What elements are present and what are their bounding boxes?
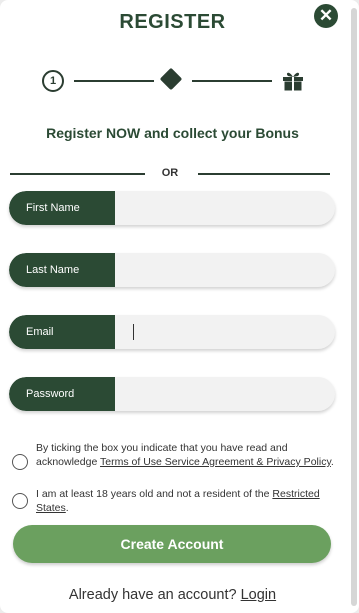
page-title: REGISTER	[119, 11, 226, 33]
login-prompt: Already have an account? Login	[0, 587, 345, 603]
text-caret	[133, 324, 134, 340]
email-label: Email	[9, 315, 115, 349]
last-name-label: Last Name	[9, 253, 115, 287]
last-name-input[interactable]	[115, 253, 335, 287]
age-suffix: .	[65, 502, 69, 514]
terms-checkbox[interactable]	[12, 454, 28, 470]
email-field: Email	[9, 315, 335, 349]
step-connector	[192, 80, 272, 82]
or-divider: OR	[10, 166, 330, 182]
terms-consent-row: By ticking the box you indicate that you…	[12, 441, 337, 486]
terms-suffix: .	[330, 456, 334, 468]
register-modal: REGISTER ✕ 1 Register NOW and collect yo…	[0, 0, 359, 613]
login-prompt-text: Already have an account?	[68, 587, 237, 603]
gift-icon	[283, 72, 303, 91]
first-name-field: First Name	[9, 191, 335, 225]
diamond-icon	[159, 67, 183, 91]
last-name-field: Last Name	[9, 253, 335, 287]
age-consent-row: I am at least 18 years old and not a res…	[12, 487, 337, 517]
age-checkbox[interactable]	[12, 493, 28, 509]
close-icon[interactable]: ✕	[314, 4, 338, 28]
password-field: Password	[9, 377, 335, 411]
step-connector	[74, 80, 154, 82]
scrollbar[interactable]	[351, 8, 357, 606]
age-text: I am at least 18 years old and not a res…	[36, 487, 336, 515]
create-account-button[interactable]: Create Account	[13, 525, 331, 563]
first-name-input[interactable]	[115, 191, 335, 225]
terms-text: By ticking the box you indicate that you…	[36, 441, 336, 469]
email-input[interactable]	[115, 315, 335, 349]
terms-link[interactable]: Terms of Use Service Agreement & Privacy…	[100, 456, 331, 468]
age-prefix: I am at least 18 years old and not a res…	[36, 488, 273, 500]
progress-stepper: 1	[0, 60, 345, 100]
divider-line	[198, 173, 330, 175]
password-input[interactable]	[115, 377, 335, 411]
login-link[interactable]: Login	[241, 587, 276, 603]
first-name-label: First Name	[9, 191, 115, 225]
step-one-icon: 1	[42, 70, 64, 92]
password-label: Password	[9, 377, 115, 411]
bonus-heading: Register NOW and collect your Bonus	[46, 125, 299, 141]
